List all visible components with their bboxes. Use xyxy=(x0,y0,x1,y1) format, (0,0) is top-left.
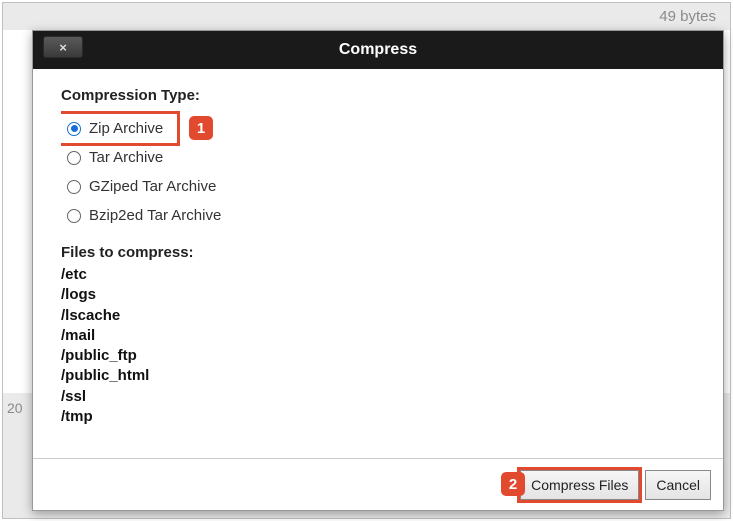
radio-icon xyxy=(67,122,81,136)
file-path: /tmp xyxy=(61,407,695,427)
background-row xyxy=(3,3,730,30)
dialog-footer: 2 Compress Files Cancel xyxy=(33,458,723,510)
radio-label: GZiped Tar Archive xyxy=(89,178,216,195)
file-path: /mail xyxy=(61,326,695,346)
radio-bzip2ed-tar-archive[interactable]: Bzip2ed Tar Archive xyxy=(61,201,227,230)
scroll-area[interactable]: Compression Type: Zip Archive 1 Tar Arch… xyxy=(61,87,701,447)
radio-label: Zip Archive xyxy=(89,120,163,137)
radio-tar-archive[interactable]: Tar Archive xyxy=(61,143,169,172)
compression-type-label: Compression Type: xyxy=(61,87,695,104)
files-label: Files to compress: xyxy=(61,244,695,261)
annotation-badge-2: 2 xyxy=(501,472,525,496)
file-path: /public_html xyxy=(61,366,695,386)
radio-icon xyxy=(67,209,81,223)
dialog-title: Compress xyxy=(339,41,417,59)
compress-dialog: × Compress Compression Type: Zip Archive… xyxy=(32,30,724,511)
file-path: /logs xyxy=(61,285,695,305)
row-number: 20 xyxy=(7,400,23,416)
files-to-compress-section: Files to compress: /etc /logs /lscache /… xyxy=(61,244,695,427)
radio-gziped-tar-archive[interactable]: GZiped Tar Archive xyxy=(61,172,222,201)
close-icon: × xyxy=(59,40,67,55)
dialog-body: Compression Type: Zip Archive 1 Tar Arch… xyxy=(33,69,723,458)
radio-icon xyxy=(67,180,81,194)
compress-files-button[interactable]: Compress Files xyxy=(520,470,639,500)
file-path: /ssl xyxy=(61,387,695,407)
file-path: /public_ftp xyxy=(61,346,695,366)
radio-icon xyxy=(67,151,81,165)
file-path: /lscache xyxy=(61,306,695,326)
close-button[interactable]: × xyxy=(43,36,83,58)
page-frame: 49 bytes 20 × Compress Compression Type:… xyxy=(2,2,731,519)
cancel-button[interactable]: Cancel xyxy=(645,470,711,500)
dialog-titlebar: × Compress xyxy=(33,31,723,69)
radio-label: Tar Archive xyxy=(89,149,163,166)
radio-label: Bzip2ed Tar Archive xyxy=(89,207,221,224)
radio-zip-archive[interactable]: Zip Archive xyxy=(61,114,177,143)
file-path: /etc xyxy=(61,265,695,285)
bytes-label: 49 bytes xyxy=(659,8,716,25)
annotation-badge-1: 1 xyxy=(189,116,213,140)
